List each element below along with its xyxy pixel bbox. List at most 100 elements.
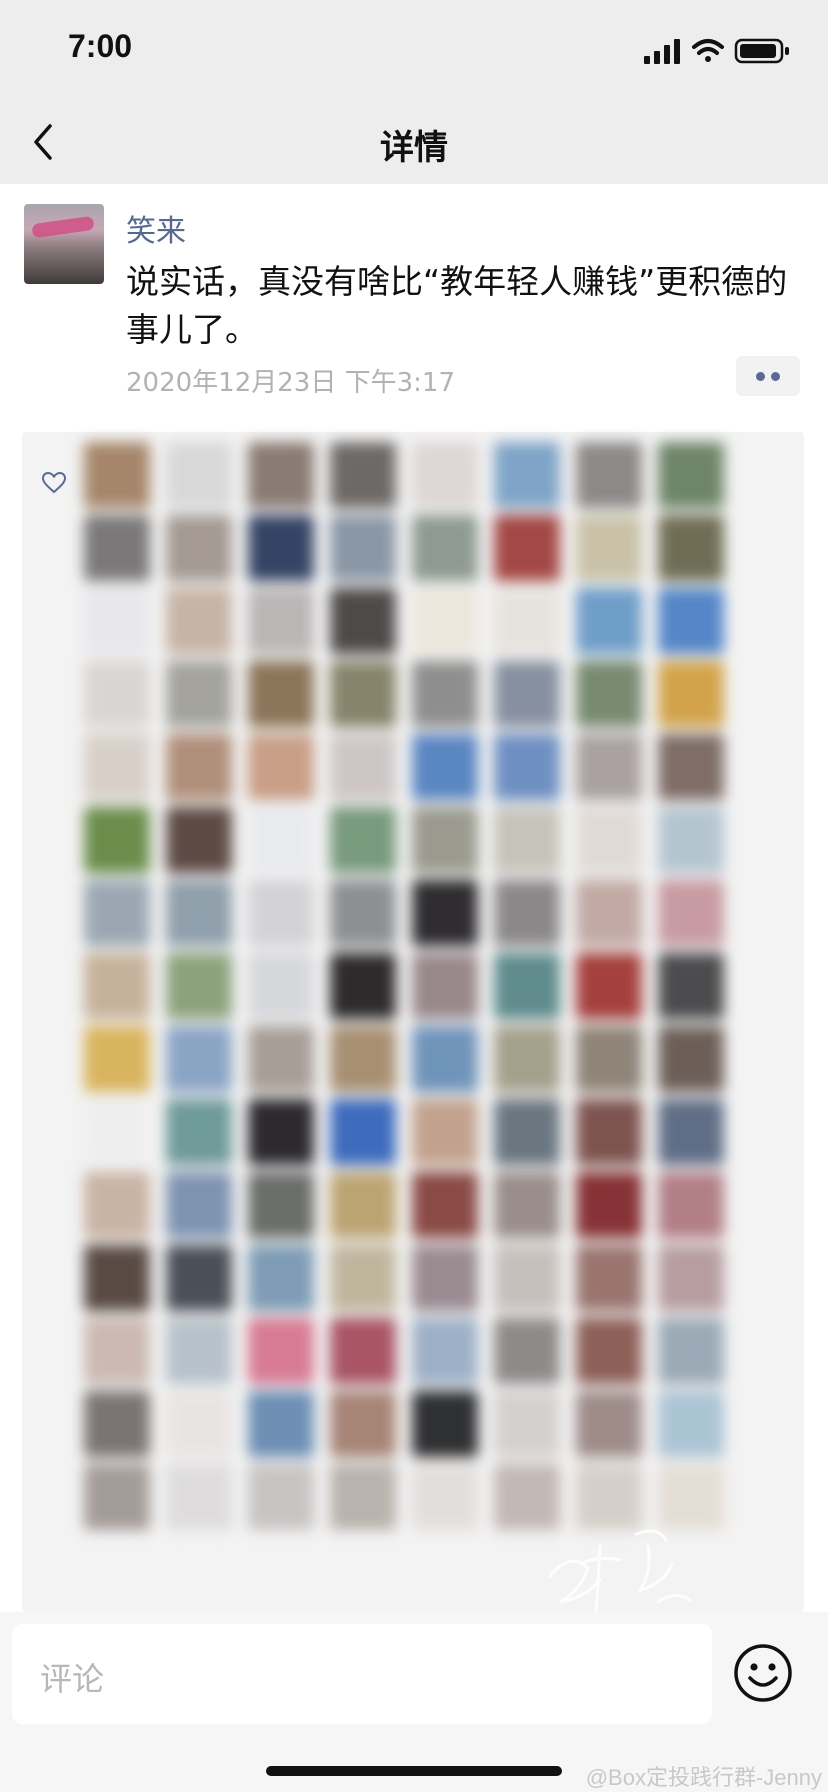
liker-avatar[interactable]	[412, 515, 478, 581]
liker-avatar[interactable]	[84, 515, 150, 581]
liker-avatar[interactable]	[576, 515, 642, 581]
liker-avatar[interactable]	[412, 661, 478, 727]
liker-avatar[interactable]	[166, 1318, 232, 1384]
liker-avatar[interactable]	[84, 880, 150, 946]
liker-avatar[interactable]	[166, 1391, 232, 1457]
liker-avatar[interactable]	[412, 442, 478, 508]
liker-avatar[interactable]	[330, 807, 396, 873]
liker-avatar[interactable]	[412, 588, 478, 654]
liker-avatar[interactable]	[248, 1318, 314, 1384]
liker-avatar[interactable]	[248, 515, 314, 581]
liker-avatar[interactable]	[330, 880, 396, 946]
liker-avatar[interactable]	[248, 734, 314, 800]
liker-avatar[interactable]	[494, 661, 560, 727]
liker-avatar[interactable]	[494, 953, 560, 1019]
liker-avatar[interactable]	[248, 880, 314, 946]
liker-avatar[interactable]	[658, 515, 724, 581]
liker-avatar[interactable]	[658, 734, 724, 800]
liker-avatar[interactable]	[576, 1245, 642, 1311]
liker-avatar[interactable]	[494, 515, 560, 581]
liker-avatar[interactable]	[494, 1099, 560, 1165]
more-button[interactable]	[736, 356, 800, 396]
liker-avatar[interactable]	[576, 1391, 642, 1457]
comment-input[interactable]: 评论	[12, 1624, 712, 1724]
liker-avatar[interactable]	[248, 1099, 314, 1165]
liker-avatar[interactable]	[658, 442, 724, 508]
liker-avatar[interactable]	[330, 515, 396, 581]
liker-avatar[interactable]	[494, 1391, 560, 1457]
liker-avatar[interactable]	[412, 807, 478, 873]
liker-avatar[interactable]	[248, 1245, 314, 1311]
liker-avatar[interactable]	[658, 953, 724, 1019]
username[interactable]: 笑来	[126, 206, 186, 250]
liker-avatar[interactable]	[412, 1172, 478, 1238]
liker-avatar[interactable]	[576, 880, 642, 946]
liker-avatar[interactable]	[412, 1391, 478, 1457]
liker-avatar[interactable]	[412, 1245, 478, 1311]
liker-avatar[interactable]	[576, 442, 642, 508]
liker-avatar[interactable]	[84, 1099, 150, 1165]
liker-avatar[interactable]	[494, 588, 560, 654]
liker-avatar[interactable]	[576, 1026, 642, 1092]
liker-avatar[interactable]	[330, 1464, 396, 1530]
avatar[interactable]	[24, 204, 104, 284]
liker-avatar[interactable]	[248, 661, 314, 727]
liker-avatar[interactable]	[658, 661, 724, 727]
liker-avatar[interactable]	[494, 1026, 560, 1092]
liker-avatar[interactable]	[248, 1391, 314, 1457]
liker-avatar[interactable]	[166, 807, 232, 873]
liker-avatar[interactable]	[494, 1318, 560, 1384]
liker-avatar[interactable]	[248, 1464, 314, 1530]
liker-avatar[interactable]	[84, 1245, 150, 1311]
liker-avatar[interactable]	[84, 734, 150, 800]
liker-avatar[interactable]	[330, 588, 396, 654]
liker-avatar[interactable]	[166, 1026, 232, 1092]
liker-avatar[interactable]	[166, 1099, 232, 1165]
liker-avatar[interactable]	[330, 442, 396, 508]
liker-avatar[interactable]	[84, 1318, 150, 1384]
liker-avatar[interactable]	[330, 1391, 396, 1457]
liker-avatar[interactable]	[330, 661, 396, 727]
liker-avatar[interactable]	[330, 1245, 396, 1311]
liker-avatar[interactable]	[494, 1245, 560, 1311]
liker-avatar[interactable]	[658, 1099, 724, 1165]
liker-avatar[interactable]	[658, 1245, 724, 1311]
liker-avatar[interactable]	[658, 588, 724, 654]
liker-avatar[interactable]	[412, 1318, 478, 1384]
liker-avatar[interactable]	[658, 1172, 724, 1238]
liker-avatar[interactable]	[494, 442, 560, 508]
liker-avatar[interactable]	[576, 807, 642, 873]
liker-avatar[interactable]	[330, 1172, 396, 1238]
liker-avatar[interactable]	[248, 953, 314, 1019]
liker-avatar[interactable]	[166, 515, 232, 581]
liker-avatar[interactable]	[576, 588, 642, 654]
liker-avatar[interactable]	[576, 953, 642, 1019]
liker-avatar[interactable]	[576, 734, 642, 800]
emoji-button[interactable]	[732, 1642, 794, 1704]
liker-avatar[interactable]	[330, 953, 396, 1019]
liker-avatar[interactable]	[84, 1391, 150, 1457]
liker-avatar[interactable]	[494, 880, 560, 946]
liker-avatar[interactable]	[412, 1026, 478, 1092]
liker-avatar[interactable]	[248, 807, 314, 873]
liker-avatar[interactable]	[330, 1099, 396, 1165]
liker-avatar[interactable]	[166, 953, 232, 1019]
liker-avatar[interactable]	[412, 1464, 478, 1530]
liker-avatar[interactable]	[84, 1464, 150, 1530]
liker-avatar[interactable]	[494, 807, 560, 873]
liker-avatar[interactable]	[658, 807, 724, 873]
liker-avatar[interactable]	[248, 588, 314, 654]
liker-avatar[interactable]	[84, 661, 150, 727]
liker-avatar[interactable]	[330, 1318, 396, 1384]
liker-avatar[interactable]	[84, 1026, 150, 1092]
liker-avatar[interactable]	[494, 1172, 560, 1238]
liker-avatar[interactable]	[84, 953, 150, 1019]
liker-avatar[interactable]	[412, 953, 478, 1019]
liker-avatar[interactable]	[330, 1026, 396, 1092]
liker-avatar[interactable]	[248, 442, 314, 508]
liker-avatar[interactable]	[248, 1172, 314, 1238]
liker-avatar[interactable]	[248, 1026, 314, 1092]
liker-avatar[interactable]	[166, 734, 232, 800]
liker-avatar[interactable]	[166, 1172, 232, 1238]
liker-avatar[interactable]	[166, 442, 232, 508]
